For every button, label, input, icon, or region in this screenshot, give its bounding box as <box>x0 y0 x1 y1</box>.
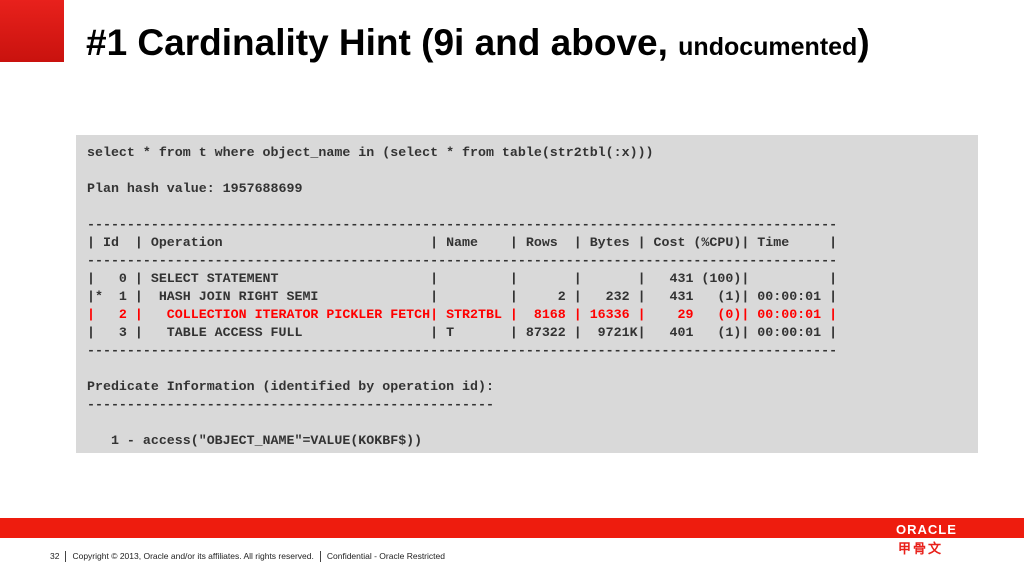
execution-plan-text: select * from t where object_name in (se… <box>87 144 837 450</box>
slide-footer: 32 Copyright © 2013, Oracle and/or its af… <box>50 551 445 563</box>
plan-line: Plan hash value: 1957688699 <box>87 181 303 196</box>
plan-line: | 3 | TABLE ACCESS FULL | T | 87322 | 97… <box>87 325 838 340</box>
plan-line <box>87 198 837 216</box>
slide-title: #1 Cardinality Hint (9i and above, undoc… <box>86 22 870 64</box>
oracle-logo: ORACLE <box>896 522 957 537</box>
plan-line <box>87 162 837 180</box>
plan-line: | Id | Operation | Name | Rows | Bytes |… <box>87 235 838 250</box>
plan-line: ----------------------------------------… <box>87 253 838 268</box>
oracle-chinese-logo: 甲骨文 <box>898 541 944 556</box>
plan-line: |* 1 | HASH JOIN RIGHT SEMI | | 2 | 232 … <box>87 289 838 304</box>
plan-line <box>87 414 837 432</box>
title-close: ) <box>857 22 870 63</box>
plan-line: ----------------------------------------… <box>87 397 494 412</box>
footer-red-bar <box>0 518 1024 538</box>
plan-line: ----------------------------------------… <box>87 343 838 358</box>
plan-line: select * from t where object_name in (se… <box>87 145 654 160</box>
corner-accent-block <box>0 0 64 62</box>
page-number: 32 <box>50 551 60 561</box>
execution-plan-code-box: select * from t where object_name in (se… <box>76 135 978 453</box>
classification-text: Confidential - Oracle Restricted <box>326 551 445 561</box>
plan-line <box>87 360 837 378</box>
title-main: #1 Cardinality Hint (9i and above, <box>86 22 679 63</box>
title-sub: undocumented <box>678 33 858 61</box>
plan-line: | 0 | SELECT STATEMENT | | | | 431 (100)… <box>87 271 838 286</box>
plan-line: Predicate Information (identified by ope… <box>87 379 494 394</box>
footer-divider <box>65 551 67 563</box>
plan-line: ----------------------------------------… <box>87 217 838 232</box>
footer-divider <box>319 551 321 563</box>
plan-line: 1 - access("OBJECT_NAME"=VALUE(KOKBF$)) <box>87 433 423 448</box>
copyright-text: Copyright © 2013, Oracle and/or its affi… <box>72 551 314 561</box>
plan-line-highlighted: | 2 | COLLECTION ITERATOR PICKLER FETCH|… <box>87 307 838 322</box>
